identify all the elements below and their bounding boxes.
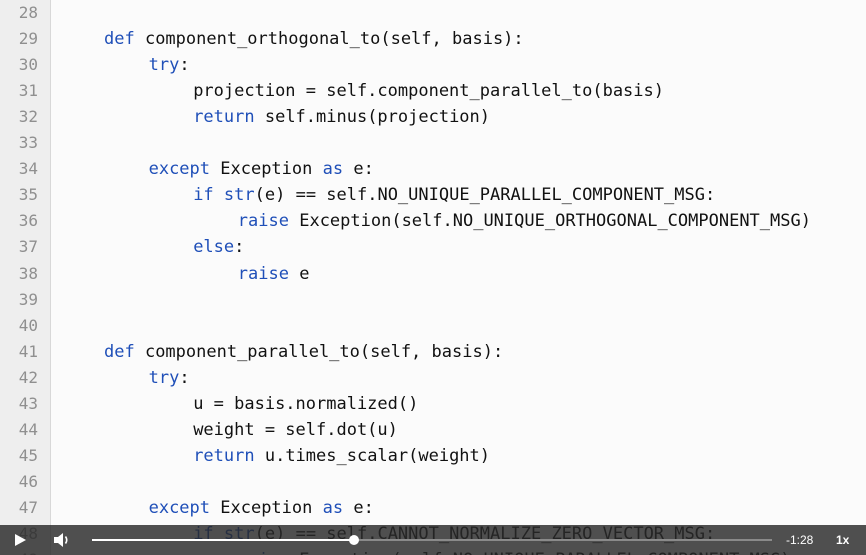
code-text: except Exception as e:: [149, 156, 374, 182]
keyword-token: as: [322, 497, 344, 518]
code-token: u.times_scalar(weight): [254, 445, 491, 466]
seek-bar-thumb[interactable]: [348, 535, 359, 545]
keyword-token: def: [104, 29, 135, 50]
keyword-token: except: [148, 159, 211, 180]
code-line: 29 def component_orthogonal_to(self, basi…: [0, 26, 866, 52]
keyword-token: raise: [237, 211, 289, 232]
code-text: projection = self.component_parallel_to(…: [193, 78, 664, 104]
keyword-token: raise: [237, 263, 289, 284]
keyword-token: return: [193, 445, 255, 466]
code-token: :: [179, 367, 190, 388]
play-icon: [15, 534, 26, 546]
code-text: weight = self.dot(u): [193, 417, 398, 443]
playback-speed-button[interactable]: 1x: [836, 525, 849, 555]
seek-bar-progress: [92, 539, 354, 541]
code-token: Exception(self.NO_UNIQUE_ORTHOGONAL_COMP…: [288, 211, 811, 232]
code-token: :: [179, 55, 190, 76]
line-number: 36: [18, 211, 38, 231]
keyword-token: except: [148, 497, 211, 518]
code-line: 43 u = basis.normalized(): [0, 391, 866, 417]
code-line: 39: [0, 287, 866, 313]
code-token: e: [288, 263, 310, 284]
line-number: 46: [18, 471, 38, 491]
line-number: 29: [18, 29, 38, 49]
code-line: 35 if str(e) == self.NO_UNIQUE_PARALLEL_C…: [0, 182, 866, 208]
code-line: 36 raise Exception(self.NO_UNIQUE_ORTHOGO…: [0, 208, 866, 234]
code-token: e:: [343, 159, 374, 180]
code-token: projection = self.component_parallel_to(…: [193, 81, 664, 102]
code-token: Exception: [210, 159, 323, 180]
code-token: :: [234, 237, 245, 258]
volume-icon: [54, 533, 68, 547]
code-line: 30 try:: [0, 52, 866, 78]
code-text: raise Exception(self.NO_UNIQUE_ORTHOGONA…: [238, 208, 811, 234]
keyword-token: as: [322, 159, 344, 180]
code-line: 42 try:: [0, 365, 866, 391]
line-number: 40: [18, 315, 38, 335]
code-text: raise e: [238, 261, 310, 287]
code-text: u = basis.normalized(): [193, 391, 418, 417]
code-editor[interactable]: 28 29 def component_orthogonal_to(self, ba…: [0, 0, 866, 555]
code-token: component_orthogonal_to(self, basis):: [134, 29, 524, 50]
code-line: 32 return self.minus(projection): [0, 104, 866, 130]
code-text: try:: [149, 365, 190, 391]
play-button[interactable]: [12, 532, 28, 548]
code-line: 44 weight = self.dot(u): [0, 417, 866, 443]
code-line: 28: [0, 0, 866, 26]
line-number: 37: [18, 237, 38, 257]
keyword-token: try: [148, 55, 180, 76]
time-remaining: -1:28: [786, 533, 814, 547]
line-number: 45: [18, 445, 38, 465]
code-line: 37 else:: [0, 234, 866, 260]
line-number: 41: [18, 341, 38, 361]
line-number: 34: [18, 159, 38, 179]
code-text: if str(e) == self.NO_UNIQUE_PARALLEL_COM…: [193, 182, 715, 208]
line-number: 38: [18, 263, 38, 283]
keyword-token: else: [193, 237, 235, 258]
code-line: 45 return u.times_scalar(weight): [0, 443, 866, 469]
code-line: 46: [0, 469, 866, 495]
line-number: 44: [18, 419, 38, 439]
line-number: 47: [18, 497, 38, 517]
code-text: def component_parallel_to(self, basis):: [104, 339, 503, 365]
line-number: 28: [18, 3, 38, 22]
code-text: return u.times_scalar(weight): [193, 443, 490, 469]
line-number: 42: [18, 367, 38, 387]
code-token: u = basis.normalized(): [193, 393, 419, 414]
code-line: 40: [0, 313, 866, 339]
code-line: 33: [0, 130, 866, 156]
keyword-token: return: [193, 107, 255, 128]
keyword-token: def: [104, 341, 135, 362]
seek-bar[interactable]: [92, 535, 772, 545]
code-line: 41 def component_parallel_to(self, basis)…: [0, 339, 866, 365]
keyword-token: if: [193, 185, 214, 206]
code-token: Exception: [210, 497, 323, 518]
line-number: 33: [18, 133, 38, 153]
code-token: self.minus(projection): [254, 107, 491, 128]
code-token: weight = self.dot(u): [193, 419, 398, 440]
code-text: def component_orthogonal_to(self, basis)…: [104, 26, 524, 52]
code-token: component_parallel_to(self, basis):: [134, 341, 504, 362]
code-line: 47 except Exception as e:: [0, 495, 866, 521]
line-number: 43: [18, 393, 38, 413]
keyword-token: try: [148, 367, 180, 388]
code-line: 38 raise e: [0, 261, 866, 287]
code-text: except Exception as e:: [149, 495, 374, 521]
code-token: (e) == self.NO_UNIQUE_PARALLEL_COMPONENT…: [254, 185, 716, 206]
line-number: 35: [18, 185, 38, 205]
code-line: 34 except Exception as e:: [0, 156, 866, 182]
code-line: 31 projection = self.component_parallel_t…: [0, 78, 866, 104]
line-number: 32: [18, 107, 38, 127]
volume-button[interactable]: [52, 531, 72, 549]
code-token: e:: [343, 497, 374, 518]
code-text: else:: [193, 234, 244, 260]
video-player-controls: -1:28 1x: [0, 525, 866, 555]
code-text: return self.minus(projection): [193, 104, 490, 130]
line-number: 30: [18, 55, 38, 75]
line-number: 39: [18, 289, 38, 309]
line-number: 31: [18, 81, 38, 101]
code-text: try:: [149, 52, 190, 78]
keyword-token: str: [223, 185, 255, 206]
